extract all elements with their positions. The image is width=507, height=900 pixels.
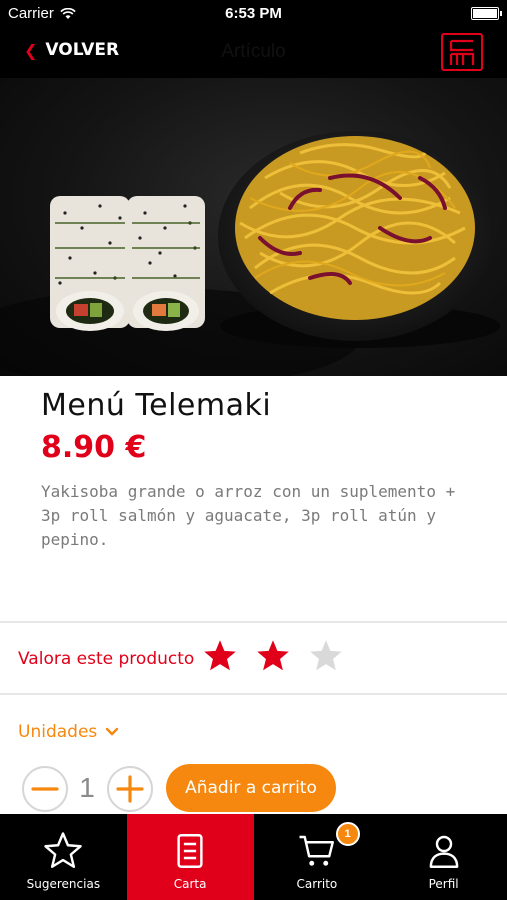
tab-label: Carrito [296, 877, 338, 891]
increase-quantity-button[interactable] [107, 766, 153, 812]
logo-icon [449, 39, 475, 65]
minus-icon [31, 787, 59, 791]
star-icon-3[interactable] [308, 638, 344, 674]
units-dropdown[interactable]: Unidades [18, 722, 119, 742]
product-name: Menú Telemaki [41, 388, 272, 423]
status-time: 6:53 PM [225, 5, 282, 22]
divider [0, 693, 507, 695]
star-icon-1[interactable] [202, 638, 238, 674]
product-image [0, 78, 507, 376]
plus-icon [116, 775, 144, 803]
logo-button[interactable] [441, 33, 483, 71]
units-label: Unidades [18, 722, 98, 742]
cart-icon [299, 835, 334, 866]
tab-bar: Sugerencias Carta 1 Carrito Perfil [0, 814, 507, 900]
tab-label: Sugerencias [26, 877, 101, 891]
tab-label: Perfil [428, 877, 459, 891]
tab-label: Carta [173, 877, 207, 891]
user-icon [429, 835, 458, 868]
cart-badge: 1 [335, 822, 360, 846]
product-description: Yakisoba grande o arroz con un suplement… [41, 482, 456, 549]
quantity-value: 1 [79, 772, 95, 803]
divider [0, 621, 507, 623]
tab-perfil[interactable]: Perfil [380, 814, 507, 900]
decrease-quantity-button[interactable] [22, 766, 68, 812]
rating-label: Valora este producto [18, 649, 195, 669]
tab-carta[interactable]: Carta [126, 814, 254, 900]
nav-bar: ❮ VOLVER Artículo [0, 28, 507, 78]
tab-sugerencias[interactable]: Sugerencias [0, 814, 127, 900]
add-to-cart-button[interactable]: Añadir a carrito [166, 764, 336, 812]
chevron-down-icon [106, 727, 119, 736]
star-icon-2[interactable] [255, 638, 291, 674]
menu-icon [177, 834, 203, 868]
battery-icon [471, 7, 502, 20]
product-price: 8.90 € [41, 430, 147, 465]
star-icon [44, 832, 83, 868]
page-title: Artículo [221, 41, 286, 62]
product-details: Menú Telemaki 8.90 € Yakisoba grande o a… [0, 376, 507, 622]
rating-section: Valora este producto [0, 624, 507, 694]
status-bar: Carrier 6:53 PM [0, 0, 507, 28]
rating-stars [202, 638, 344, 674]
tab-carrito[interactable]: 1 Carrito [254, 814, 381, 900]
quantity-row: 1 Añadir a carrito [0, 764, 507, 814]
food-illustration [0, 131, 500, 376]
